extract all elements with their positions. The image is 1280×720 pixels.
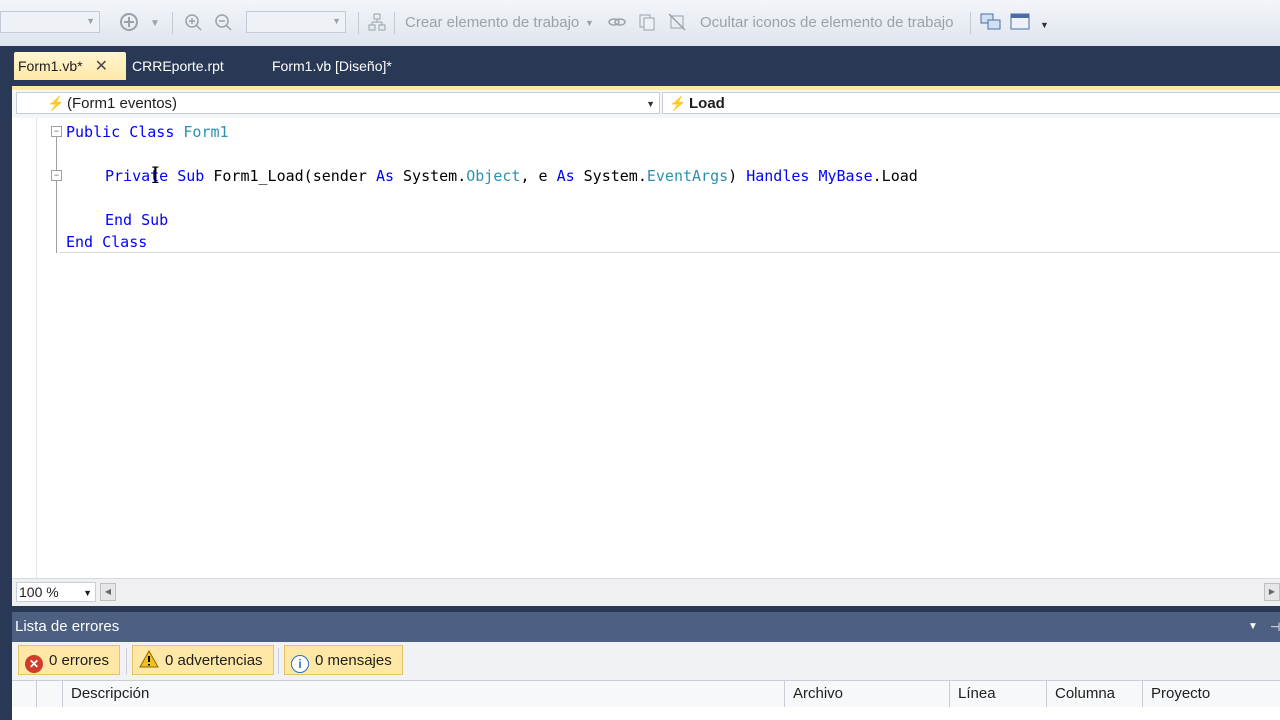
error-list-panel: Lista de errores ▼ ⊣ ✕ 0 errores 0 advert… [12,612,1280,720]
column-column[interactable]: Columna [1046,681,1142,707]
hierarchy-icon[interactable] [366,11,388,33]
column-project[interactable]: Proyecto [1142,681,1280,707]
column-blank [36,681,62,707]
collapse-sub-icon[interactable]: − [51,170,62,181]
chevron-down-icon[interactable]: ▼ [83,584,92,602]
text-cursor-icon: I [151,164,160,189]
code-line-3: Private Sub Form1_Load(sender As System.… [105,167,918,185]
column-description[interactable]: Descripción [62,681,784,707]
errors-filter-button[interactable]: ✕ 0 errores [18,645,121,675]
toolbar-combo-left[interactable]: ▼ [0,11,100,33]
dropdown-arrow-icon[interactable]: ▼ [585,18,594,28]
scroll-left-button[interactable]: ◀ [100,583,116,601]
scroll-right-button[interactable]: ▶ [1264,583,1280,601]
warnings-filter-button[interactable]: 0 advertencias [132,645,274,675]
column-file[interactable]: Archivo [784,681,949,707]
zoom-dropdown[interactable]: 100 % ▼ [16,582,96,602]
column-blank [12,681,36,707]
create-work-item-button[interactable]: Crear elemento de trabajo [405,14,579,31]
window-switch-icon[interactable] [980,11,1002,33]
object-dropdown-value: (Form1 eventos) [67,95,178,112]
tab-label: Form1.vb [Diseño]* [272,58,392,74]
hide-work-item-icons-button[interactable]: Ocultar iconos de elemento de trabajo [700,14,953,31]
zoom-combo[interactable]: ▼ [246,11,346,33]
code-text-area[interactable]: − − Public Class Form1 Private Sub Form1… [12,118,1280,578]
pin-icon[interactable]: ⊣ [1270,612,1280,642]
tab-crreporte-rpt[interactable]: CRREporte.rpt [128,52,228,80]
layout-icon[interactable] [1010,11,1032,33]
zoom-out-icon[interactable] [212,11,234,33]
messages-count: 0 mensajes [315,652,392,669]
dropdown-arrow-icon[interactable]: ▼ [150,18,160,29]
horizontal-scrollbar[interactable]: 100 % ▼ ◀ ▶ [12,578,1280,606]
object-dropdown[interactable]: ⚡ (Form1 eventos) ▼ [16,92,660,114]
code-line-5: End Sub [105,211,169,229]
navigation-bar: ⚡ (Form1 eventos) ▼ ⚡ Load [12,90,1280,119]
info-icon: i [291,655,309,673]
window-position-icon[interactable]: ▼ [1248,612,1258,642]
warnings-count: 0 advertencias [165,652,263,669]
event-bolt-icon: ⚡ [47,95,65,111]
member-dropdown-value: Load [689,95,725,112]
error-icon: ✕ [25,655,43,673]
hide-icon[interactable] [666,11,688,33]
nav-target-icon[interactable] [118,11,140,33]
warning-icon [139,649,159,679]
messages-filter-button[interactable]: i 0 mensajes [284,645,403,675]
error-list-title: Lista de errores [15,618,120,635]
close-icon[interactable]: ✕ [95,53,108,81]
collapse-class-icon[interactable]: − [51,126,62,137]
error-list-toolbar: ✕ 0 errores 0 advertencias i 0 mensajes [12,642,1280,680]
link-icon[interactable] [606,11,628,33]
toolbar: ▼ ▼ ▼ Crear elemento de trabajo ▼ Oculta… [0,0,1280,47]
tab-label: CRREporte.rpt [132,58,224,74]
code-line-6: End Class [66,233,148,251]
errors-count: 0 errores [49,652,110,669]
event-bolt-icon: ⚡ [669,95,687,111]
error-list-header: Descripción Archivo Línea Columna Proyec… [12,680,1280,708]
code-editor: ⚡ (Form1 eventos) ▼ ⚡ Load − − Public Cl… [12,86,1280,606]
indicator-margin [12,118,37,578]
error-list-body [12,707,1280,720]
tab-form1-vb[interactable]: Form1.vb* ✕ [14,52,126,80]
zoom-in-icon[interactable] [182,11,204,33]
copy-icon[interactable] [636,11,658,33]
member-dropdown[interactable]: ⚡ Load [662,92,1280,114]
tab-form1-design[interactable]: Form1.vb [Diseño]* [268,52,396,80]
toolbar-overflow-icon[interactable]: ▼ [1040,20,1049,30]
code-line-1: Public Class Form1 [66,123,229,141]
error-list-title-bar: Lista de errores ▼ ⊣ [12,612,1280,642]
column-line[interactable]: Línea [949,681,1046,707]
tab-label: Form1.vb* [18,58,83,74]
chevron-down-icon[interactable]: ▼ [646,99,655,109]
zoom-value: 100 % [19,584,59,600]
